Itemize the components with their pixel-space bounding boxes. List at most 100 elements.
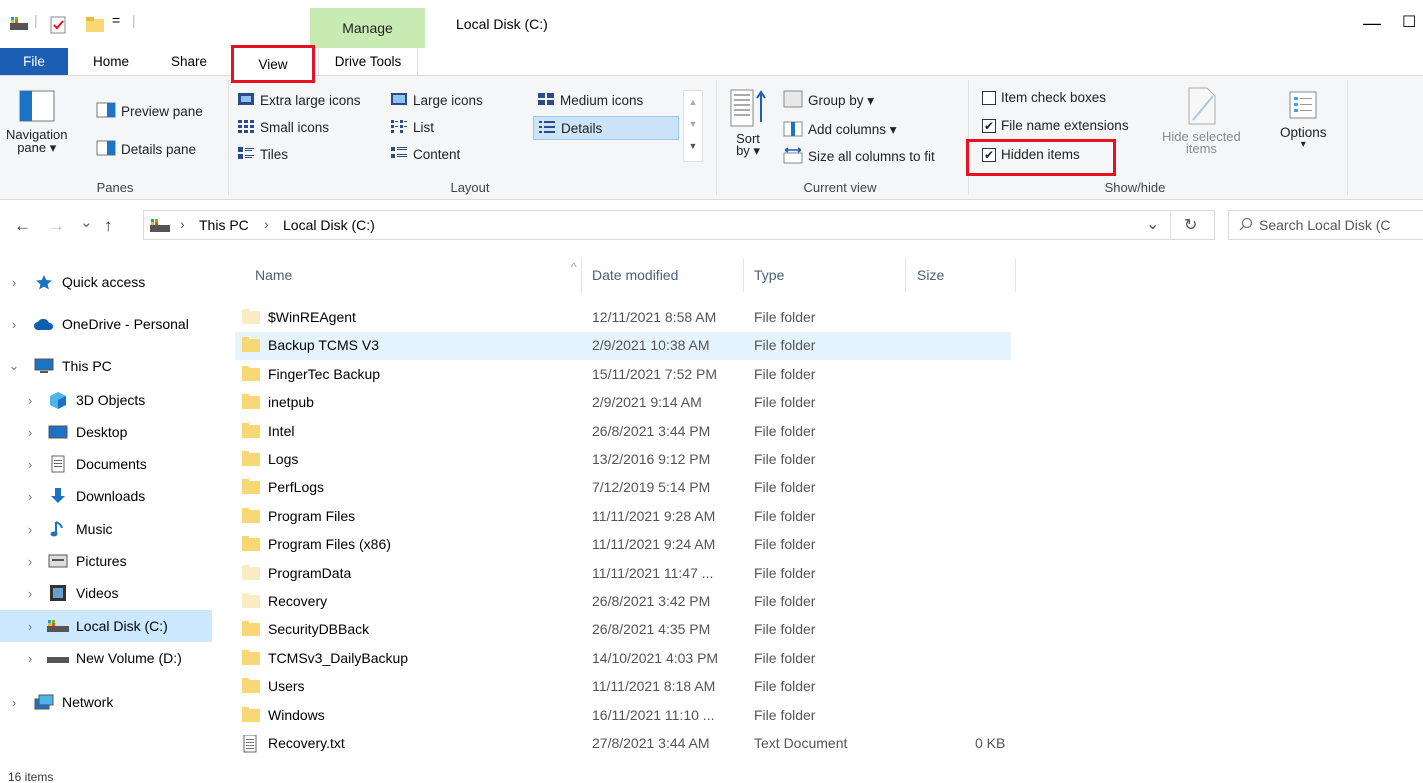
recent-locations-button[interactable]: ⌄	[80, 213, 93, 231]
search-field[interactable]: Search Local Disk (C	[1228, 210, 1423, 240]
table-row[interactable]: TCMSv3_DailyBackup 14/10/2021 4:03 PM File…	[235, 645, 1011, 673]
drive-app-icon[interactable]	[10, 16, 28, 33]
tab-home[interactable]: Home	[82, 48, 140, 75]
table-row[interactable]: Backup TCMS V3 2/9/2021 10:38 AM File fold…	[235, 332, 1011, 360]
layout-tiles[interactable]: Tiles	[237, 146, 288, 163]
tab-view[interactable]: View	[231, 45, 315, 83]
expand-chevron-icon[interactable]: ›	[22, 393, 38, 408]
column-separator[interactable]	[905, 258, 906, 292]
nav-item-onedrive-personal[interactable]: › OneDrive - Personal	[0, 308, 212, 340]
table-row[interactable]: PerfLogs 7/12/2019 5:14 PM File folder	[235, 474, 1011, 502]
properties-icon[interactable]	[50, 16, 66, 37]
expand-chevron-icon[interactable]: ›	[6, 695, 22, 710]
layout-gallery-scroll[interactable]: ▲ ▼ ▼	[683, 90, 703, 162]
item-check-boxes-toggle[interactable]: Item check boxes	[982, 90, 1106, 105]
column-separator[interactable]	[1015, 258, 1016, 292]
column-header-size[interactable]: Size	[917, 258, 944, 292]
layout-medium-icons[interactable]: Medium icons	[537, 92, 643, 109]
address-field[interactable]: › This PC › Local Disk (C:) ⌄ ↻	[143, 210, 1215, 240]
new-folder-icon[interactable]	[86, 16, 104, 35]
hide-selected-items-button[interactable]: Hide selected items	[1162, 86, 1241, 156]
table-row[interactable]: Recovery 26/8/2021 3:42 PM File folder	[235, 588, 1011, 616]
tab-manage[interactable]: Manage	[310, 8, 425, 48]
expand-chevron-icon[interactable]: ›	[6, 317, 22, 332]
chevron-down-icon[interactable]: ▼	[684, 113, 702, 135]
nav-item-pictures[interactable]: › Pictures	[0, 545, 212, 577]
sort-by-button[interactable]: Sort by ▾	[728, 88, 768, 159]
table-row[interactable]: Logs 13/2/2016 9:12 PM File folder	[235, 446, 1011, 474]
chevron-up-icon[interactable]: ▲	[684, 91, 702, 113]
column-separator[interactable]	[743, 258, 744, 292]
column-header-date[interactable]: Date modified	[592, 258, 678, 292]
table-row[interactable]: ProgramData 11/11/2021 11:47 ... File fold…	[235, 560, 1011, 588]
layout-details[interactable]: Details	[533, 116, 679, 140]
preview-pane-button[interactable]: Preview pane	[96, 102, 203, 121]
navigation-pane-button[interactable]: Navigation pane ▾	[6, 90, 67, 156]
breadcrumb-this-pc[interactable]: This PC	[199, 217, 249, 233]
tab-drive-tools[interactable]: Drive Tools	[318, 48, 418, 75]
add-columns-button[interactable]: Add columns ▾	[783, 119, 897, 140]
column-header-name[interactable]: Name	[255, 258, 292, 292]
address-dropdown-button[interactable]: ⌄	[1146, 214, 1159, 234]
size-all-columns-button[interactable]: Size all columns to fit	[783, 146, 935, 167]
nav-item-3d-objects[interactable]: › 3D Objects	[0, 384, 212, 416]
expand-chevron-icon[interactable]: ›	[22, 425, 38, 440]
nav-item-videos[interactable]: › Videos	[0, 577, 212, 609]
nav-item-this-pc[interactable]: ⌄ This PC	[0, 350, 212, 382]
expand-chevron-icon[interactable]: ›	[22, 619, 38, 634]
layout-content[interactable]: Content	[390, 146, 460, 163]
up-button[interactable]: ↑	[104, 216, 113, 236]
table-row[interactable]: SecurityDBBack 26/8/2021 4:35 PM File fold…	[235, 616, 1011, 644]
search-input[interactable]: Search Local Disk (C	[1259, 217, 1391, 233]
file-name-extensions-checkbox[interactable]: ✔	[982, 118, 996, 133]
item-check-boxes-checkbox[interactable]	[982, 90, 996, 105]
table-row[interactable]: Recovery.txt 27/8/2021 3:44 AM Text Docume…	[235, 730, 1011, 758]
forward-button[interactable]: →	[48, 216, 65, 236]
maximize-button[interactable]: ☐	[1402, 8, 1423, 38]
expand-chevron-icon[interactable]: ›	[22, 651, 38, 666]
layout-extra-large-icons[interactable]: Extra large icons	[237, 92, 361, 109]
column-separator[interactable]	[581, 258, 582, 292]
details-pane-button[interactable]: Details pane	[96, 140, 196, 159]
nav-item-downloads[interactable]: › Downloads	[0, 480, 212, 512]
back-button[interactable]: ←	[14, 216, 31, 236]
expand-chevron-icon[interactable]: ›	[22, 522, 38, 537]
expand-chevron-icon[interactable]: ⌄	[6, 358, 22, 374]
more-icon[interactable]: ▼	[684, 135, 702, 157]
breadcrumb-local-disk[interactable]: Local Disk (C:)	[283, 217, 375, 233]
breadcrumb-separator[interactable]: ›	[180, 216, 185, 232]
nav-item-network[interactable]: › Network	[0, 686, 212, 718]
options-button[interactable]: Options ▾	[1280, 90, 1327, 150]
nav-item-new-volume-d[interactable]: › New Volume (D:)	[0, 642, 212, 674]
breadcrumb-separator[interactable]: ›	[264, 216, 269, 232]
layout-large-icons[interactable]: Large icons	[390, 92, 483, 109]
table-row[interactable]: Program Files 11/11/2021 9:28 AM File fold…	[235, 503, 1011, 531]
nav-item-quick-access[interactable]: › Quick access	[0, 266, 212, 298]
table-row[interactable]: Intel 26/8/2021 3:44 PM File folder	[235, 418, 1011, 446]
tab-file[interactable]: File	[0, 48, 68, 75]
table-row[interactable]: inetpub 2/9/2021 9:14 AM File folder	[235, 389, 1011, 417]
table-row[interactable]: Users 11/11/2021 8:18 AM File folder	[235, 673, 1011, 701]
customize-quick-access-icon[interactable]: =	[112, 12, 120, 28]
table-row[interactable]: Windows 16/11/2021 11:10 ... File folder	[235, 702, 1011, 730]
tab-share[interactable]: Share	[160, 48, 218, 75]
nav-item-documents[interactable]: › Documents	[0, 448, 212, 480]
expand-chevron-icon[interactable]: ›	[22, 586, 38, 601]
layout-small-icons[interactable]: Small icons	[237, 119, 329, 136]
minimize-button[interactable]: —	[1352, 8, 1392, 38]
expand-chevron-icon[interactable]: ›	[22, 489, 38, 504]
column-header-type[interactable]: Type	[754, 258, 784, 292]
file-name-extensions-toggle[interactable]: ✔ File name extensions	[982, 118, 1129, 133]
expand-chevron-icon[interactable]: ›	[22, 457, 38, 472]
nav-item-music[interactable]: › Music	[0, 513, 212, 545]
table-row[interactable]: Program Files (x86) 11/11/2021 9:24 AM Fil…	[235, 531, 1011, 559]
table-row[interactable]: FingerTec Backup 15/11/2021 7:52 PM File f…	[235, 361, 1011, 389]
layout-list[interactable]: List	[390, 119, 434, 136]
refresh-icon[interactable]: ↻	[1184, 215, 1197, 235]
expand-chevron-icon[interactable]: ›	[22, 554, 38, 569]
nav-item-local-disk-c[interactable]: › Local Disk (C:)	[0, 610, 212, 642]
expand-chevron-icon[interactable]: ›	[6, 275, 22, 290]
nav-item-desktop[interactable]: › Desktop	[0, 416, 212, 448]
table-row[interactable]: $WinREAgent 12/11/2021 8:58 AM File folder	[235, 304, 1011, 332]
group-by-button[interactable]: Group by ▾	[783, 90, 874, 111]
